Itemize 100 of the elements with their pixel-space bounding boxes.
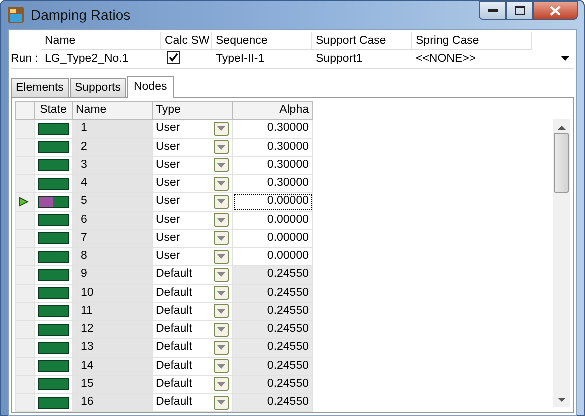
table-cell-text: Default	[156, 286, 192, 300]
dropdown-button[interactable]	[214, 140, 229, 154]
table-cell: 0.00000	[267, 214, 309, 226]
dropdown-button[interactable]	[214, 250, 229, 264]
dropdown-button[interactable]	[214, 286, 229, 300]
dropdown-button[interactable]	[214, 176, 229, 191]
maximize-button[interactable]	[506, 1, 533, 20]
table-cell-text: Default	[156, 376, 192, 392]
table-cell-text: Default	[156, 304, 192, 319]
column-header[interactable]: State	[34, 102, 72, 120]
column-header[interactable]: Name	[72, 102, 152, 120]
app-icon	[7, 6, 25, 24]
tab[interactable]: Supports	[70, 78, 126, 97]
caret-icon	[217, 254, 226, 260]
state-bar	[38, 378, 69, 390]
caret-icon	[217, 364, 226, 369]
table-cell: 0.00000	[267, 250, 309, 262]
state-bar	[38, 305, 69, 318]
dropdown-button[interactable]	[214, 396, 229, 410]
dropdown-caret-icon[interactable]	[561, 56, 570, 62]
dropdown-button[interactable]	[214, 158, 229, 172]
table-cell: 0.24550	[267, 360, 309, 372]
table-cell: 0.00000	[267, 195, 309, 208]
scrollbar[interactable]	[553, 119, 570, 408]
table-cell: 0.30000	[267, 177, 309, 189]
state-bar	[38, 232, 69, 244]
state-bar	[38, 324, 69, 336]
close-icon	[550, 6, 561, 16]
table-cell-text: User	[156, 249, 180, 264]
table-cell-text: User	[156, 194, 180, 210]
scroll-down-icon[interactable]	[558, 397, 566, 404]
table-cell-text: Default	[156, 395, 192, 410]
dropdown-button[interactable]	[214, 213, 229, 228]
table-cell-text: User	[156, 121, 180, 136]
scroll-up-icon[interactable]	[558, 125, 566, 131]
caret-icon	[217, 126, 226, 132]
table-cell: 0.00000	[267, 232, 309, 244]
dropdown-button[interactable]	[214, 231, 229, 246]
table-cell: 5	[81, 195, 88, 208]
tab[interactable]: Nodes	[126, 76, 174, 98]
table-cell-text: User	[156, 158, 180, 173]
caret-icon	[217, 327, 226, 332]
caret-icon	[217, 144, 226, 150]
table-cell: TypeI-II-1	[216, 53, 265, 65]
row-header[interactable]	[16, 192, 34, 211]
column-header[interactable]: Type	[152, 102, 232, 120]
state-bar	[38, 268, 69, 281]
table-cell: 14	[81, 360, 94, 372]
tab[interactable]: Elements	[11, 78, 69, 97]
table-cell-text: User	[156, 212, 180, 228]
table-cell: 11	[81, 304, 93, 317]
caret-icon	[217, 308, 226, 314]
table-cell: 6	[81, 214, 88, 226]
table-cell: 9	[81, 268, 88, 280]
table-cell: 0.24550	[267, 323, 309, 335]
table-cell: 1	[81, 122, 88, 134]
table-cell: 0.24550	[267, 341, 309, 354]
caret-icon	[217, 382, 226, 387]
table-cell: 0.30000	[267, 140, 309, 152]
row-label: Run :	[11, 53, 38, 65]
close-button[interactable]	[533, 1, 578, 20]
table-cell: 15	[81, 378, 94, 390]
state-bar	[38, 141, 69, 154]
dropdown-button[interactable]	[214, 359, 229, 374]
current-row-icon	[19, 196, 29, 207]
table-cell: 0.30000	[267, 122, 309, 134]
caret-icon	[217, 290, 226, 296]
table-cell: 3	[81, 158, 88, 171]
state-bar	[38, 287, 69, 300]
table-cell-text: User	[156, 176, 180, 191]
column-header[interactable]: Alpha	[232, 102, 312, 120]
state-bar	[38, 178, 69, 190]
table-cell: 13	[81, 341, 94, 354]
state-bar	[38, 396, 69, 409]
dropdown-button[interactable]	[214, 340, 229, 355]
state-bar	[38, 250, 69, 263]
minimize-button[interactable]	[479, 1, 506, 20]
dropdown-button[interactable]	[214, 304, 229, 318]
dropdown-button[interactable]	[214, 377, 229, 392]
table-cell-text: Default	[156, 267, 192, 282]
table-cell: 0.24550	[267, 286, 309, 298]
table-cell: 12	[81, 323, 94, 335]
table-cell: 0.24550	[267, 268, 309, 280]
table-cell: 4	[81, 177, 88, 189]
dropdown-button[interactable]	[214, 194, 229, 209]
checkbox[interactable]	[167, 51, 180, 64]
window-title: Damping Ratios	[31, 6, 131, 25]
caret-icon	[217, 181, 226, 186]
table-cell: 0.24550	[267, 378, 309, 390]
dropdown-button[interactable]	[214, 268, 229, 282]
column-header: Support Case	[316, 35, 386, 47]
caret-icon	[217, 162, 226, 168]
table-cell: 0.24550	[267, 396, 309, 408]
state-bar	[38, 360, 69, 372]
table-cell: Support1	[316, 53, 363, 65]
dropdown-button[interactable]	[214, 322, 229, 337]
dropdown-button[interactable]	[214, 122, 229, 136]
table-cell: 8	[81, 250, 88, 262]
table-cell-text: Default	[156, 340, 192, 356]
scroll-thumb[interactable]	[554, 133, 569, 193]
